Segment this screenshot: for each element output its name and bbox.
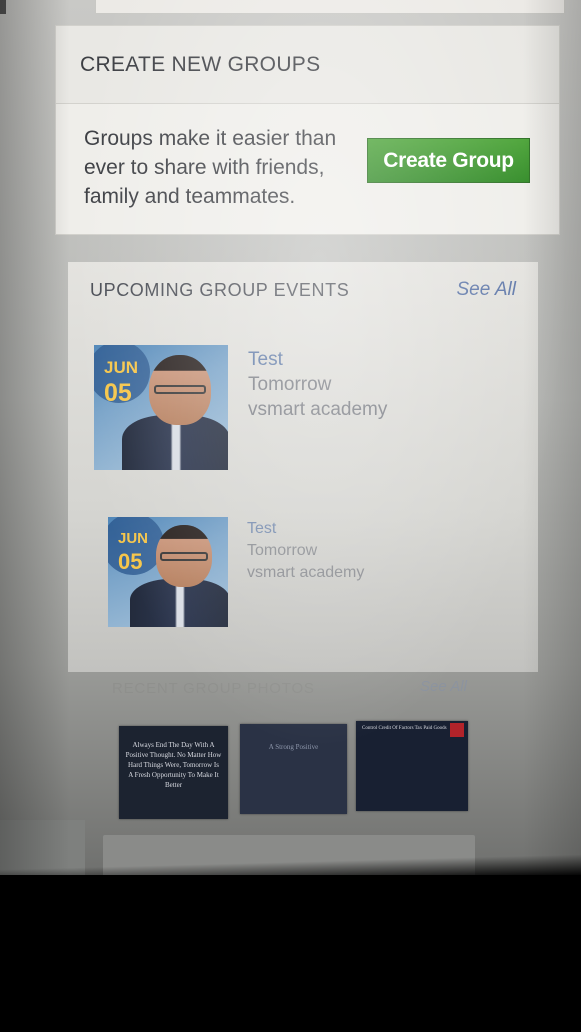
event-group-link[interactable]: vsmart academy: [248, 397, 387, 422]
person-glasses: [154, 385, 206, 394]
event-time: Tomorrow: [248, 374, 332, 395]
event-day: 05: [104, 379, 132, 407]
event-day: 05: [118, 549, 143, 574]
upcoming-events-title: UPCOMING GROUP EVENTS: [90, 280, 350, 300]
group-photo[interactable]: Always End The Day With A Positive Thoug…: [119, 726, 228, 819]
photo-caption: Always End The Day With A Positive Thoug…: [125, 741, 222, 789]
create-group-button[interactable]: Create Group: [367, 138, 530, 183]
event-name-link[interactable]: Test: [247, 518, 364, 540]
event-thumbnail[interactable]: JUN 05: [94, 345, 228, 470]
create-groups-header: CREATE NEW GROUPS: [56, 26, 559, 104]
create-groups-body: Groups make it easier than ever to share…: [56, 104, 559, 234]
group-photo[interactable]: Control Credit Of Factors Tax Paid Goods: [356, 721, 468, 811]
photo-logo: [450, 723, 464, 737]
monitor-screen: CREATE NEW GROUPS Groups make it easier …: [0, 0, 581, 885]
create-groups-description: Groups make it easier than ever to share…: [84, 127, 337, 208]
photo-caption: A Strong Positive: [268, 743, 319, 751]
create-groups-title: CREATE NEW GROUPS: [80, 52, 321, 76]
event-date-badge: JUN 05: [104, 359, 138, 406]
group-photo[interactable]: A Strong Positive: [240, 724, 347, 814]
photos-see-all-link[interactable]: See All: [420, 678, 467, 695]
event-date-badge: JUN 05: [118, 531, 148, 573]
events-see-all-link[interactable]: See All: [457, 279, 517, 301]
event-month: JUN: [104, 358, 139, 377]
event-thumbnail[interactable]: JUN 05: [108, 517, 228, 627]
photo-caption: Control Credit Of Factors Tax Paid Goods: [362, 726, 447, 731]
previous-card-edge: [95, 0, 565, 14]
event-info: Test Tomorrow vsmart academy: [247, 518, 364, 584]
event-group-link[interactable]: vsmart academy: [247, 562, 364, 584]
event-time: Tomorrow: [247, 542, 318, 559]
monitor-bezel: [0, 875, 581, 1032]
event-name-link[interactable]: Test: [248, 347, 387, 372]
window-edge: [0, 0, 6, 14]
person-glasses: [160, 552, 208, 561]
recent-photos-title: RECENT GROUP PHOTOS: [112, 680, 315, 697]
event-month: JUN: [118, 530, 149, 547]
event-info: Test Tomorrow vsmart academy: [248, 347, 387, 422]
create-groups-card: CREATE NEW GROUPS Groups make it easier …: [55, 25, 560, 235]
